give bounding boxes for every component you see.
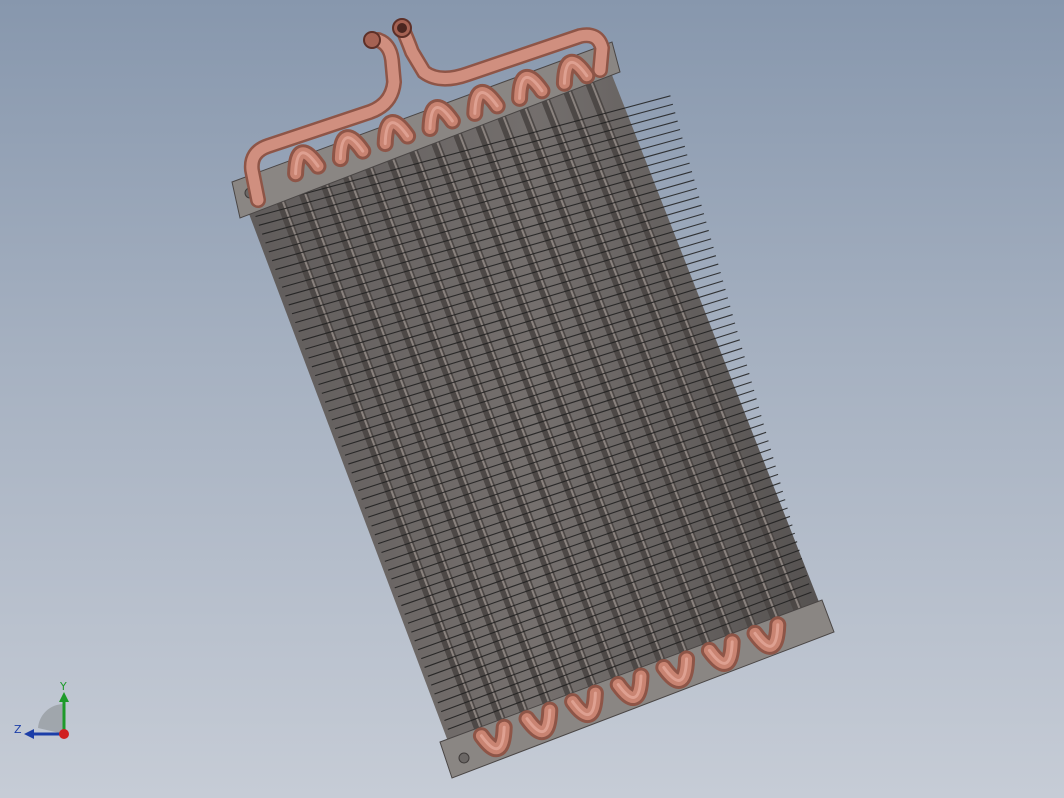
- z-axis-label: Z: [14, 723, 22, 736]
- y-axis-arrow: [59, 692, 69, 702]
- mounting-hole-bottom: [458, 752, 470, 764]
- condenser-model[interactable]: [231, 18, 835, 779]
- view-triad: Y Z: [14, 680, 69, 739]
- inlet-port: [363, 31, 381, 49]
- z-axis-arrow: [24, 729, 34, 739]
- graphics-viewport[interactable]: Y Z: [0, 0, 1064, 798]
- model-canvas[interactable]: Y Z: [0, 0, 1064, 798]
- triad-arc: [38, 703, 64, 734]
- y-axis-label: Y: [59, 680, 67, 693]
- x-axis-dot: [59, 729, 69, 739]
